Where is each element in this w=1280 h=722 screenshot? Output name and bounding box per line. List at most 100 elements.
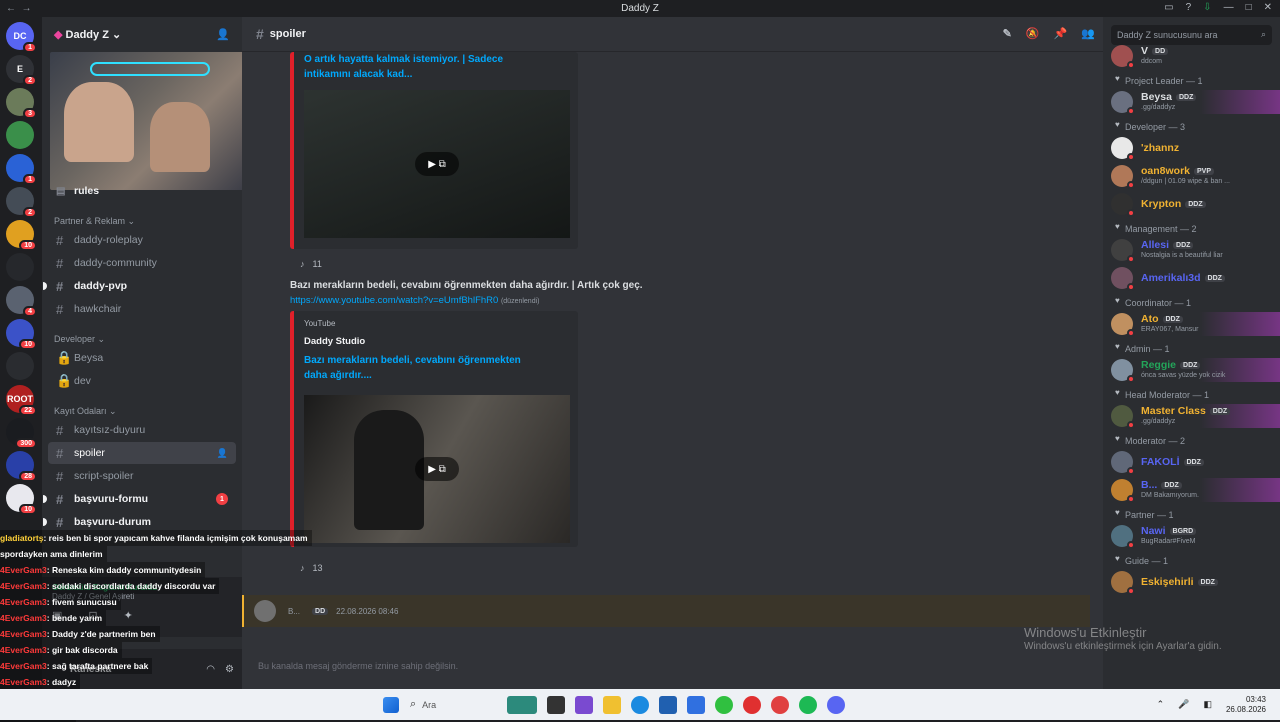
minimize-icon[interactable]: —: [1224, 2, 1234, 13]
avatar: [1111, 451, 1135, 475]
embed-2-title[interactable]: Bazı merakların bedeli, cevabını öğrenme…: [294, 347, 554, 383]
reaction-1[interactable]: ♪ 11: [292, 255, 330, 273]
member-item[interactable]: Ato DDZ ERAY067, Mansur: [1103, 310, 1280, 338]
task-view-icon[interactable]: [547, 695, 566, 714]
member-item[interactable]: Amerikalı3d DDZ: [1103, 264, 1280, 292]
clock-time[interactable]: 03:43: [1226, 695, 1266, 705]
avatar: [1111, 267, 1135, 291]
pin-icon[interactable]: 📌: [1054, 27, 1068, 40]
role-icon: ♥: [1115, 296, 1120, 305]
video-thumbnail-1[interactable]: ▶ ⧉: [304, 90, 570, 238]
member-item[interactable]: FAKOLİ DDZ: [1103, 448, 1280, 476]
invite-icon[interactable]: 👤: [217, 448, 228, 459]
server-icon[interactable]: 4: [6, 286, 37, 317]
server-icon[interactable]: DC 1: [6, 22, 37, 53]
category-partner[interactable]: Partner & Reklam ⌄: [42, 214, 242, 228]
category-kayit[interactable]: Kayıt Odaları ⌄: [42, 404, 242, 418]
category-label: Kayıt Odaları: [54, 406, 107, 416]
obs-icon[interactable]: [743, 695, 762, 714]
member-name: Master Class: [1141, 405, 1206, 417]
role-header: ♥ Coordinator — 1: [1103, 296, 1280, 310]
server-icon[interactable]: E2: [6, 55, 37, 86]
maximize-icon[interactable]: □: [1246, 2, 1252, 13]
message-link[interactable]: https://www.youtube.com/watch?v=eUmfBhlF…: [290, 295, 498, 306]
add-member-icon[interactable]: 👤: [216, 28, 230, 41]
server-icon[interactable]: 28: [6, 451, 37, 482]
server-icon[interactable]: [6, 121, 34, 149]
server-icon[interactable]: 3: [6, 88, 37, 119]
server-icon[interactable]: [6, 253, 34, 281]
chat-line: 4EverGam3: soldaki discordlarda daddy di…: [0, 578, 220, 594]
download-icon[interactable]: ⇩: [1203, 2, 1211, 13]
store-icon[interactable]: [659, 695, 678, 714]
member-item[interactable]: V DD ddcom: [1103, 42, 1280, 70]
network-icon[interactable]: ◧: [1203, 699, 1212, 710]
play-icon[interactable]: ▶ ⧉: [415, 457, 459, 481]
threads-icon[interactable]: ✎: [1003, 27, 1012, 40]
chrome-icon[interactable]: [771, 695, 790, 714]
taskbar-search[interactable]: Ara: [422, 700, 502, 710]
member-item[interactable]: Reggie DDZ ónca savas yüzde yok cizik: [1103, 356, 1280, 384]
category-label: Partner & Reklam: [54, 216, 126, 226]
member-item[interactable]: Beysa DDZ .gg/daddyz: [1103, 88, 1280, 116]
member-item[interactable]: Krypton DDZ: [1103, 190, 1280, 218]
mic-icon[interactable]: 🎤: [1178, 699, 1189, 710]
help-icon[interactable]: ?: [1186, 2, 1192, 13]
spotify-icon[interactable]: [799, 695, 818, 714]
role-label: Developer — 3: [1125, 122, 1186, 132]
member-item[interactable]: Allesi DDZ Nostalgia is a beautiful liar: [1103, 236, 1280, 264]
server-header[interactable]: ◆ Daddy Z ⌄ 👤: [42, 17, 242, 52]
embed-1-title[interactable]: O artık hayatta kalmak istemiyor. | Sade…: [294, 52, 554, 82]
explorer-icon[interactable]: [603, 695, 622, 714]
server-icon[interactable]: 300: [6, 418, 37, 449]
member-item[interactable]: oan8work PVP/ddgun | 01.09 wipe & ban ...: [1103, 162, 1280, 190]
search-icon[interactable]: ⌕: [410, 698, 416, 711]
member-item[interactable]: 'zhannz: [1103, 134, 1280, 162]
close-icon[interactable]: ✕: [1264, 2, 1272, 13]
server-icon[interactable]: 1: [6, 154, 37, 185]
whatsapp-icon[interactable]: [715, 695, 734, 714]
widget-icon[interactable]: [507, 695, 538, 714]
channel-item[interactable]: 🔒 dev: [48, 370, 236, 392]
discord-icon[interactable]: [827, 695, 846, 714]
outlook-icon[interactable]: [687, 695, 706, 714]
channel-item[interactable]: # başvuru-formu 1: [43, 488, 236, 510]
member-item[interactable]: Eskişehirli DDZ: [1103, 568, 1280, 596]
channel-item[interactable]: # script-spoiler: [48, 465, 236, 487]
server-icon[interactable]: [6, 352, 34, 380]
server-icon[interactable]: 2: [6, 187, 37, 218]
member-status-text: /ddgun | 01.09 wipe & ban ...: [1141, 178, 1230, 185]
play-icon[interactable]: ▶ ⧉: [415, 152, 459, 176]
member-item[interactable]: Master Class DDZ .gg/daddyz: [1103, 402, 1280, 430]
mute-icon[interactable]: 🔕: [1026, 27, 1040, 40]
category-developer[interactable]: Developer ⌄: [42, 332, 242, 346]
server-icon[interactable]: 10: [6, 220, 37, 251]
channel-item[interactable]: # daddy-pvp: [43, 275, 236, 297]
video-thumbnail-2[interactable]: ▶ ⧉: [304, 395, 570, 543]
hash-icon: #: [56, 491, 64, 507]
guild-tag: DDZ: [1197, 578, 1218, 586]
member-item[interactable]: B... DDZ DM Bakamıyorum.: [1103, 476, 1280, 504]
clock-date[interactable]: 26.08.2026: [1226, 705, 1266, 715]
status-indicator: [1127, 587, 1135, 595]
members-icon[interactable]: 👥: [1081, 27, 1095, 40]
channel-item[interactable]: # spoiler 👤: [48, 442, 236, 464]
channel-item[interactable]: # daddy-community: [48, 252, 236, 274]
start-icon[interactable]: [383, 696, 399, 713]
channel-item[interactable]: # daddy-roleplay: [48, 229, 236, 251]
chat-area: # spoiler ✎ 🔕 📌 👥 O artık hayatta kalmak…: [242, 17, 1103, 689]
channel-item[interactable]: 🔒 Beysa: [48, 347, 236, 369]
edge-icon[interactable]: [631, 695, 650, 714]
channel-rules[interactable]: ▤ rules: [48, 180, 236, 202]
server-icon[interactable]: 10: [6, 484, 37, 515]
server-icon[interactable]: ROOT 22: [6, 385, 37, 416]
inbox-icon[interactable]: ▭: [1164, 2, 1173, 13]
member-item[interactable]: Nawi BGRD BugRadar#FiveM: [1103, 522, 1280, 550]
tray-chevron-icon[interactable]: ⌃: [1157, 699, 1165, 710]
status-indicator: [1127, 61, 1135, 69]
channel-item[interactable]: # kayıtsız-duyuru: [48, 419, 236, 441]
channel-item[interactable]: # hawkchair: [48, 298, 236, 320]
app-icon[interactable]: [575, 695, 594, 714]
server-icon[interactable]: 10: [6, 319, 37, 350]
embed-2-author[interactable]: Daddy Studio: [294, 328, 578, 347]
